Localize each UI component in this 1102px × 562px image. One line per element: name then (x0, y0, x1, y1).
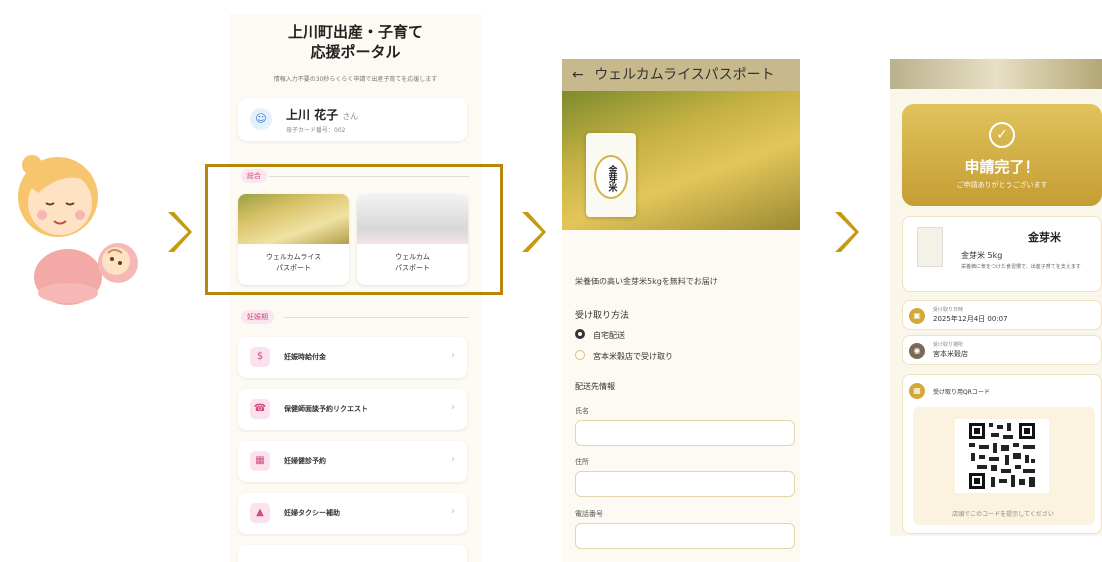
name-field[interactable] (575, 420, 795, 446)
menu-item-checkup-booking[interactable]: ▦ 妊婦健診予約 › (238, 441, 467, 482)
phone-field[interactable] (575, 523, 795, 549)
address-field[interactable] (575, 471, 795, 497)
location-icon: ◉ (909, 343, 925, 359)
divider (284, 317, 469, 318)
calendar-icon: ▣ (909, 308, 925, 324)
product-name: 金芽米 (1028, 231, 1061, 244)
complete-subtitle: ご申請ありがとうございます (956, 181, 1048, 189)
user-id: 母子カード番号：002 (286, 127, 346, 134)
menu-item-next[interactable] (238, 545, 467, 562)
section-tag-pregnancy: 妊娠期 (241, 310, 274, 324)
menu-item-pregnancy-benefit[interactable]: $ 妊娠時給付金 › (238, 337, 467, 378)
product-description: 栄養価の高い金芽米5kgを無料でお届け (575, 277, 718, 286)
chevron-right-icon: › (451, 402, 455, 413)
dollar-icon: $ (250, 347, 270, 367)
user-name: 上川 花子 さん (286, 108, 359, 122)
header-image (890, 59, 1102, 89)
qr-icon: ▦ (909, 383, 925, 399)
rice-bag-image: 金芽米 (586, 133, 636, 217)
phone-icon: ☎ (250, 399, 270, 419)
next-arrow-icon (833, 210, 859, 254)
user-icon: ☺ (250, 108, 272, 130)
product-card: 金芽米 金芽米 5kg 栄養価に気をつけた食習慣で、出産子育てを支えます (902, 216, 1102, 292)
chevron-right-icon: › (451, 350, 455, 361)
portal-title: 上川町出産・子育て 応援ポータル (287, 23, 423, 61)
menu-item-taxi-subsidy[interactable]: ▲ 妊婦タクシー補助 › (238, 493, 467, 534)
user-card[interactable]: ☺ 上川 花子 さん 母子カード番号：002 (238, 98, 467, 141)
radio-home-delivery[interactable] (575, 329, 585, 339)
product-size: 金芽米 5kg (961, 251, 1003, 260)
rice-bag-icon (917, 227, 943, 267)
header: ← ウェルカムライスパスポート (562, 59, 800, 91)
rice-passport-screen: ← ウェルカムライスパスポート 金芽米 栄養価の高い金芽米5kgを無料でお届け … (562, 59, 800, 562)
menu-item-nurse-consultation[interactable]: ☎ 保健師面談予約リクエスト › (238, 389, 467, 430)
delivery-heading: 配送先情報 (575, 382, 615, 391)
pickup-date-card: ▣ 受け取り日時 2025年12月4日 00:07 (902, 300, 1102, 330)
qr-code (955, 419, 1049, 493)
portal-subtitle: 情報入力不要の30秒らくらく申請で出産子育てを応援します (273, 76, 438, 83)
calendar-icon: ▦ (250, 451, 270, 471)
qr-note: 店頭でこのコードを提示してください (952, 511, 1054, 518)
complete-screen: ✓ 申請完了！ ご申請ありがとうございます 金芽米 金芽米 5kg 栄養価に気を… (890, 59, 1102, 536)
radio-store-pickup[interactable] (575, 350, 585, 360)
chevron-right-icon: › (451, 454, 455, 465)
back-arrow-icon[interactable]: ← (572, 67, 584, 83)
taxi-icon: ▲ (250, 503, 270, 523)
next-arrow-icon (520, 210, 546, 254)
product-note: 栄養価に気をつけた食習慣で、出産子育てを支えます (961, 264, 1081, 270)
pickup-place-card: ◉ 受け取り場所 宮本米穀店 (902, 335, 1102, 365)
method-heading: 受け取り方法 (575, 311, 630, 321)
complete-title: 申請完了！ (964, 158, 1040, 176)
page-title: ウェルカムライスパスポート (594, 67, 775, 83)
highlight-frame (205, 164, 503, 295)
check-icon: ✓ (989, 122, 1015, 148)
next-arrow-icon (166, 210, 192, 254)
complete-card: ✓ 申請完了！ ご申請ありがとうございます (902, 104, 1102, 206)
chevron-right-icon: › (451, 506, 455, 517)
pregnant-mother-illustration (18, 155, 138, 305)
qr-card: ▦ 受け取り用QRコード 店頭でこのコードを提示してください (902, 374, 1102, 534)
